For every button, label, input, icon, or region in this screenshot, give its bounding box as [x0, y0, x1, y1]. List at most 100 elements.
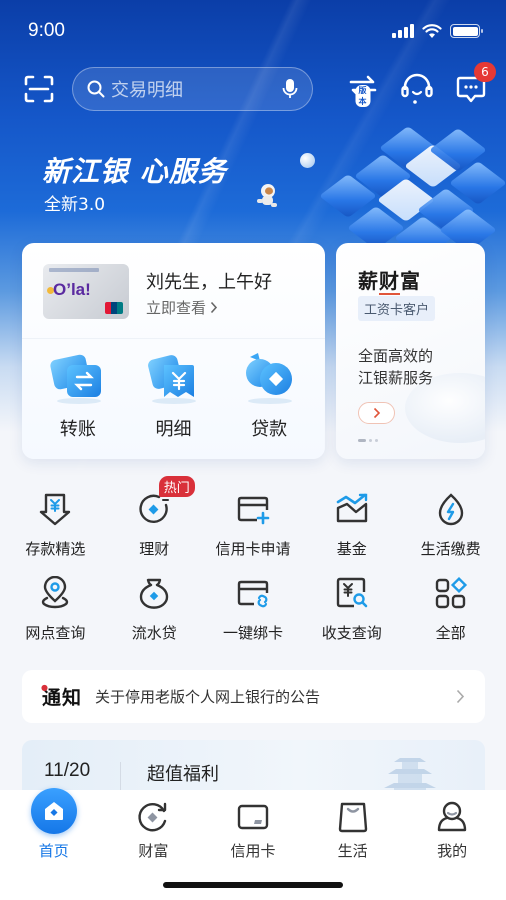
message-count-badge: 6 — [474, 62, 496, 82]
customer-service-button[interactable] — [400, 72, 434, 106]
status-bar: 9:00 — [28, 18, 483, 44]
version-tag: 版本 — [355, 85, 371, 107]
service-label: 网点查询 — [25, 624, 86, 642]
service-all[interactable]: 全部 — [401, 576, 500, 660]
credit-card-apply-icon — [237, 496, 270, 525]
service-utility-payment[interactable]: 生活缴费 — [401, 492, 500, 576]
status-icons — [392, 23, 483, 39]
home-indicator[interactable] — [163, 882, 343, 888]
microphone-icon[interactable] — [282, 78, 298, 100]
service-label: 流水贷 — [131, 624, 177, 642]
view-now-label: 立即查看 — [146, 299, 207, 317]
cellular-signal-icon — [392, 24, 414, 38]
shopping-bag-icon — [338, 802, 367, 833]
carousel-dot — [375, 439, 378, 442]
banner-subtitle: 全新3.0 — [44, 195, 106, 215]
promo-desc-line: 江银薪服务 — [358, 369, 434, 387]
quick-action-loan[interactable]: 贷款 — [229, 351, 309, 441]
profile-icon — [437, 801, 467, 832]
tab-label: 我的 — [437, 842, 468, 860]
card-brand-text: O’la! — [53, 280, 91, 299]
wealth-icon — [139, 494, 170, 523]
scan-button[interactable] — [24, 75, 54, 103]
bank-card-image[interactable]: O’la! — [43, 264, 129, 319]
credit-card-icon — [237, 804, 269, 830]
quick-action-label: 贷款 — [251, 419, 288, 440]
promo-go-button[interactable] — [358, 402, 395, 424]
quick-action-transfer[interactable]: 转账 — [38, 351, 118, 441]
service-bind-card[interactable]: 一键绑卡 — [204, 576, 303, 660]
notice-red-dot: ● — [41, 683, 49, 692]
promo-tag: 工资卡客户 — [358, 296, 436, 321]
tab-label: 财富 — [138, 842, 169, 860]
tab-list: 首页 财富 信用卡 生活 我的 — [0, 788, 506, 861]
astronaut-illustration — [257, 184, 277, 207]
tab-life[interactable]: 生活 — [308, 790, 398, 861]
promo-desc-line: 全面高效的 — [358, 347, 434, 365]
service-row: 网点查询 流水贷 一键绑卡 收支查询 全部 — [0, 576, 506, 660]
card-divider — [22, 338, 325, 339]
salary-promo-card[interactable]: 薪财富 工资卡客户 全面高效的 江银薪服务 — [336, 243, 485, 459]
service-label: 基金 — [336, 540, 367, 558]
service-cashflow-loan[interactable]: 流水贷 — [105, 576, 204, 660]
banner-title[interactable]: 新江银 心服务 — [42, 150, 227, 190]
service-label: 存款精选 — [25, 540, 86, 558]
deposit-icon — [40, 493, 71, 526]
bottom-tab-bar: 首页 财富 信用卡 生活 我的 — [0, 788, 506, 900]
service-label: 一键绑卡 — [222, 624, 283, 642]
service-branch-search[interactable]: 网点查询 — [6, 576, 105, 660]
quick-action-statement[interactable]: 明细 — [133, 351, 213, 441]
tab-label: 信用卡 — [230, 842, 276, 860]
service-wealth[interactable]: 热门 理财 — [105, 476, 204, 576]
statement-icon — [148, 355, 197, 404]
carousel-dot-active — [358, 439, 366, 442]
notice-tag: 通知 ● — [41, 683, 82, 710]
quick-action-label: 明细 — [155, 419, 192, 440]
service-row: 存款精选 热门 理财 信用卡申请 基金 生活缴费 — [0, 476, 506, 576]
top-bar: 交易明细 版本 6 — [24, 62, 496, 112]
service-label: 全部 — [435, 624, 466, 642]
promo-title-part: 财 — [379, 269, 400, 295]
chevron-right-icon — [456, 689, 465, 704]
service-grid: 存款精选 热门 理财 信用卡申请 基金 生活缴费 网点查询 流水贷 一键绑卡 收… — [0, 476, 506, 660]
fund-icon — [336, 493, 367, 523]
cubes-illustration — [310, 120, 506, 260]
service-fund[interactable]: 基金 — [302, 492, 401, 576]
branch-location-icon — [42, 576, 69, 609]
promo-date: 11/20 — [44, 760, 91, 781]
tab-label: 生活 — [337, 842, 368, 860]
tab-credit-card[interactable]: 信用卡 — [208, 790, 298, 861]
tab-mine[interactable]: 我的 — [407, 790, 497, 861]
loan-icon — [246, 353, 293, 404]
version-switch-button[interactable]: 版本 — [348, 75, 378, 107]
tab-label: 首页 — [38, 842, 69, 860]
search-icon — [87, 80, 105, 98]
search-placeholder: 交易明细 — [111, 80, 183, 101]
quick-action-label: 转账 — [59, 419, 96, 440]
view-now-link[interactable]: 立即查看 — [146, 297, 218, 318]
promo-title-part: 富 — [400, 269, 421, 293]
promo-title: 超值福利 — [147, 764, 219, 785]
transfer-icon — [50, 354, 101, 404]
service-income-expense[interactable]: 收支查询 — [302, 576, 401, 660]
status-time: 9:00 — [28, 20, 65, 41]
notice-bar[interactable]: 通知 ● 关于停用老版个人网上银行的公告 — [22, 670, 485, 723]
utility-payment-icon — [438, 493, 463, 526]
top-right-actions: 版本 6 — [348, 62, 496, 107]
messages-button[interactable]: 6 — [456, 62, 496, 104]
wifi-icon — [422, 23, 442, 38]
wealth-tab-icon — [138, 802, 167, 832]
tab-wealth[interactable]: 财富 — [108, 790, 198, 861]
service-label: 理财 — [139, 540, 170, 558]
income-expense-search-icon — [336, 577, 368, 608]
scan-icon — [24, 75, 54, 103]
carousel-indicator — [358, 439, 378, 442]
search-input[interactable]: 交易明细 — [72, 67, 313, 111]
chevron-right-icon — [373, 407, 380, 419]
quick-actions: 转账 明细 贷款 — [22, 351, 325, 441]
tab-home[interactable]: 首页 — [9, 788, 99, 861]
service-label: 收支查询 — [321, 624, 382, 642]
service-deposit[interactable]: 存款精选 — [6, 492, 105, 576]
service-credit-card-apply[interactable]: 信用卡申请 — [204, 492, 303, 576]
service-label: 信用卡申请 — [215, 540, 291, 558]
